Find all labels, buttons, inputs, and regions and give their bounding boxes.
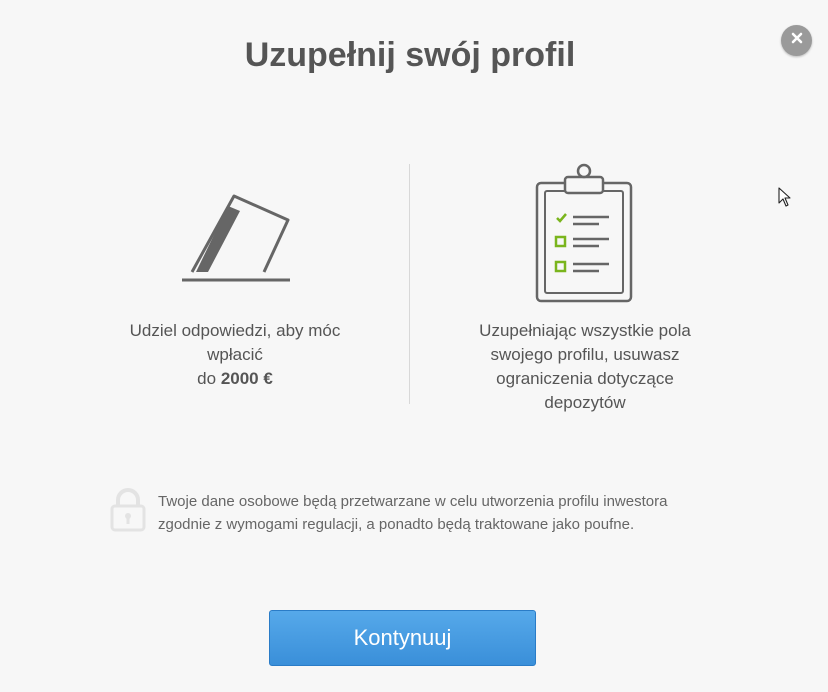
mouse-cursor-icon: [778, 187, 792, 212]
close-button[interactable]: [781, 25, 812, 56]
right-text-line-1: Uzupełniając wszystkie pola: [479, 321, 691, 340]
right-description: Uzupełniając wszystkie pola swojego prof…: [450, 319, 720, 415]
left-text-line-1: Udziel odpowiedzi, aby móc: [129, 321, 341, 340]
left-description: Udziel odpowiedzi, aby móc wpłacić do 20…: [100, 319, 370, 391]
checklist-clipboard-icon: [535, 163, 633, 308]
left-text-line-3: do 2000 €: [100, 367, 370, 391]
bank-card-slot-icon: [180, 192, 292, 291]
privacy-notice: Twoje dane osobowe będą przetwarzane w c…: [158, 493, 668, 533]
right-text-line-4: depozytów: [544, 393, 626, 412]
close-icon: [790, 31, 804, 50]
modal-title: Uzupełnij swój profil: [244, 36, 576, 74]
right-text-line-3: ograniczenia dotyczące: [496, 369, 674, 388]
deposit-amount: 2000 €: [220, 369, 273, 388]
left-text-line-2: wpłacić: [207, 345, 263, 364]
complete-profile-modal: Uzupełnij swój profil Udziel odpowiedzi,…: [0, 0, 828, 692]
right-text-line-2: swojego profilu, usuwasz: [490, 345, 680, 364]
left-text-prefix: do: [197, 369, 221, 388]
continue-button[interactable]: Kontynuuj: [269, 610, 536, 666]
lock-icon: [110, 488, 146, 537]
column-divider: [409, 164, 410, 404]
